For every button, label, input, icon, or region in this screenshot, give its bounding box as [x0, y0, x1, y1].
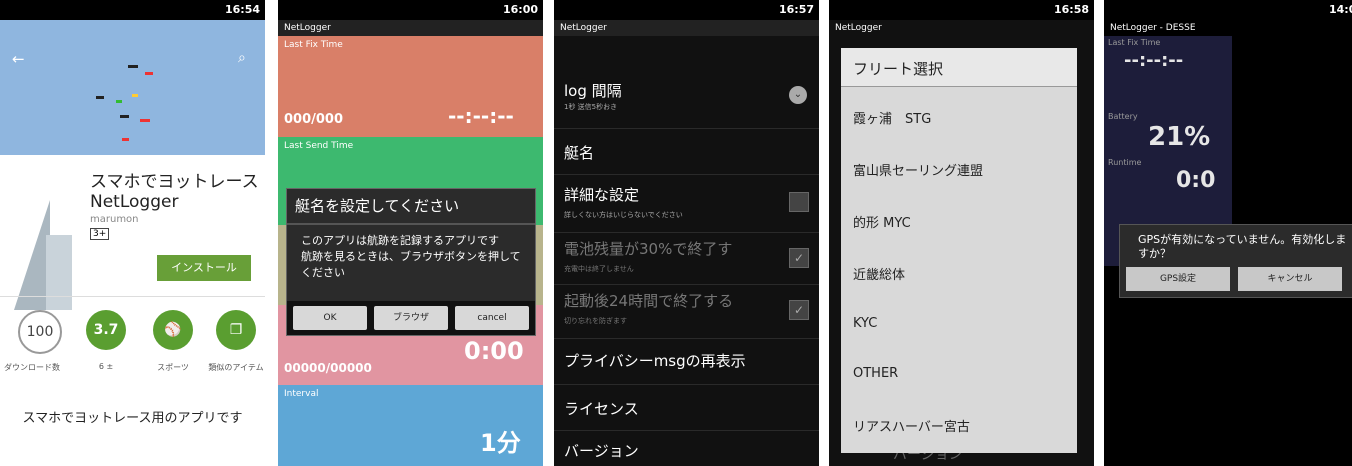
play-store-screen: 16:54 ← ⌕ スマホでヨットレース NetLogger marumon 3+…: [0, 0, 265, 466]
hero-image: ← ⌕: [0, 20, 265, 155]
category-label: スポーツ: [157, 363, 189, 372]
setting-24h-exit[interactable]: 起動後24時間で終了する 切り忘れを防ぎます ✓: [554, 284, 819, 339]
developer-name[interactable]: marumon: [90, 214, 139, 225]
setting-title: log 間隔: [564, 82, 622, 100]
runtime-label: Runtime: [1108, 158, 1142, 167]
advanced-checkbox[interactable]: [789, 192, 809, 212]
downloads-badge: 100: [18, 310, 62, 354]
browser-button[interactable]: ブラウザ: [374, 306, 448, 330]
last-fix-label: Last Fix Time: [284, 40, 343, 50]
battery-value: 21%: [1148, 122, 1211, 152]
interval-label: Interval: [284, 389, 319, 399]
app-name-line2: NetLogger: [90, 192, 179, 212]
dialog-title: 艇名を設定してください: [295, 197, 460, 215]
setting-title: 詳細な設定: [564, 186, 640, 204]
cancel-button[interactable]: キャンセル: [1238, 267, 1342, 291]
back-arrow-icon[interactable]: ←: [12, 50, 25, 68]
app-title-bar: NetLogger: [554, 20, 819, 36]
fleet-option[interactable]: リアスハーバー宮古: [853, 416, 970, 435]
sent-count: 00000/00000: [284, 361, 372, 375]
similar-label: 類似のアイテム: [208, 363, 264, 372]
last-send-label: Last Send Time: [284, 141, 354, 151]
netlogger-main-screen: 16:00 NetLogger Last Fix Time 000/000 --…: [278, 0, 543, 466]
status-bar: 14:07: [1104, 0, 1352, 20]
runtime-value: 0:00: [464, 337, 524, 365]
ok-button[interactable]: OK: [293, 306, 367, 330]
fleet-header: フリート選択: [841, 48, 1077, 87]
fleet-option[interactable]: 近畿総体: [853, 264, 905, 283]
rating-count-label: 6 ±: [98, 362, 114, 371]
settings-screen: 16:57 NetLogger log 間隔 1秒 送信5秒おき ⌄ 艇名 詳細…: [554, 0, 819, 466]
runtime-value: 0:0: [1176, 168, 1216, 193]
setting-boat-name[interactable]: 艇名: [554, 128, 819, 175]
app-title-bar: NetLogger: [835, 23, 882, 33]
last-fix-label: Last Fix Time: [1108, 38, 1161, 47]
dialog-message: このアプリは航跡を記録するアプリです 航跡を見るときは、ブラウザボタンを押してく…: [301, 234, 521, 279]
setting-title: 艇名: [564, 144, 595, 162]
gps-dialog: GPSが有効になっていません。有効化しますか？ GPS設定 キャンセル: [1119, 224, 1352, 298]
setting-battery-exit[interactable]: 電池残量が30%で終了す 充電中は終了しません ✓: [554, 232, 819, 285]
24h-exit-checkbox[interactable]: ✓: [789, 300, 809, 320]
fleet-option[interactable]: OTHER: [853, 366, 898, 381]
install-button[interactable]: インストール: [157, 255, 251, 281]
battery-label: Battery: [1108, 112, 1138, 121]
setting-title: プライバシーmsgの再表示: [564, 352, 746, 370]
setting-title: 起動後24時間で終了する: [564, 292, 734, 310]
fleet-option[interactable]: 的形 MYC: [853, 212, 911, 231]
cancel-button[interactable]: cancel: [455, 306, 529, 330]
status-time: 16:00: [502, 3, 538, 16]
setting-subtitle: 切り忘れを防ぎます: [564, 317, 627, 325]
setting-log-interval[interactable]: log 間隔 1秒 送信5秒おき ⌄: [554, 72, 819, 129]
last-fix-count: 000/000: [284, 112, 344, 127]
setting-subtitle: 充電中は終了しません: [564, 265, 634, 273]
app-description: スマホでヨットレース用のアプリです: [22, 411, 243, 426]
setting-title: バージョン: [564, 442, 639, 460]
chevron-down-icon[interactable]: ⌄: [789, 86, 807, 104]
app-icon-sail: [46, 235, 72, 310]
fleet-option[interactable]: KYC: [853, 316, 877, 331]
status-time: 16:58: [1053, 3, 1089, 16]
last-fix-value: --:--:--: [1124, 50, 1184, 71]
fleet-select-screen: 16:58 NetLogger バージョン フリート選択 霞ヶ浦 STG 富山県…: [829, 0, 1094, 466]
setting-version[interactable]: バージョン: [554, 430, 819, 466]
interval-value: 1分: [480, 429, 521, 457]
app-title-bar: NetLogger - DESSE: [1110, 23, 1196, 33]
battery-exit-checkbox[interactable]: ✓: [789, 248, 809, 268]
setting-privacy[interactable]: プライバシーmsgの再表示: [554, 338, 819, 385]
setting-license[interactable]: ライセンス: [554, 384, 819, 431]
similar-apps-icon[interactable]: ❐: [216, 310, 256, 350]
status-bar: 16:57: [554, 0, 819, 20]
app-icon: [14, 200, 50, 310]
setting-title: ライセンス: [564, 400, 639, 418]
rating-badge: 3.7: [86, 310, 126, 350]
search-icon[interactable]: ⌕: [238, 50, 246, 66]
setting-title: 電池残量が30%で終了す: [564, 240, 733, 258]
fleet-list-dialog: フリート選択 霞ヶ浦 STG 富山県セーリング連盟 的形 MYC 近畿総体 KY…: [841, 48, 1077, 453]
setting-subtitle: 1秒 送信5秒おき: [564, 103, 618, 111]
downloads-label: ダウンロード数: [4, 363, 60, 372]
boat-name-dialog: 艇名を設定してください このアプリは航跡を記録するアプリです 航跡を見るときは、…: [286, 188, 536, 336]
app-title-bar: NetLogger: [278, 20, 543, 36]
fleet-header-title: フリート選択: [853, 60, 944, 78]
content-rating-badge: 3+: [90, 228, 110, 240]
setting-subtitle: 詳しくない方はいじらないでください: [564, 211, 683, 219]
status-bar: 16:58: [829, 0, 1094, 20]
status-time: 14:07: [1328, 3, 1352, 16]
gps-dialog-message: GPSが有効になっていません。有効化しますか？: [1138, 233, 1347, 260]
fleet-option[interactable]: 富山県セーリング連盟: [853, 160, 983, 179]
app-name: スマホでヨットレース NetLogger: [90, 172, 259, 212]
setting-advanced[interactable]: 詳細な設定 詳しくない方はいじらないでください: [554, 174, 819, 233]
fleet-option[interactable]: 霞ヶ浦 STG: [853, 108, 931, 127]
status-bar: 16:00: [278, 0, 543, 20]
app-name-line1: スマホでヨットレース: [90, 172, 259, 192]
status-time: 16:57: [778, 3, 814, 16]
status-bar: 16:54: [0, 0, 265, 20]
status-time: 16:54: [224, 3, 260, 16]
interval-panel: Interval 1分: [278, 385, 543, 466]
last-fix-panel: Last Fix Time 000/000 --:--:--: [278, 36, 543, 137]
sports-icon[interactable]: ⚾: [153, 310, 193, 350]
last-fix-time: --:--:--: [448, 104, 514, 128]
gps-settings-button[interactable]: GPS設定: [1126, 267, 1230, 291]
gps-disabled-screen: 14:07 NetLogger - DESSE Last Fix Time --…: [1104, 0, 1352, 466]
